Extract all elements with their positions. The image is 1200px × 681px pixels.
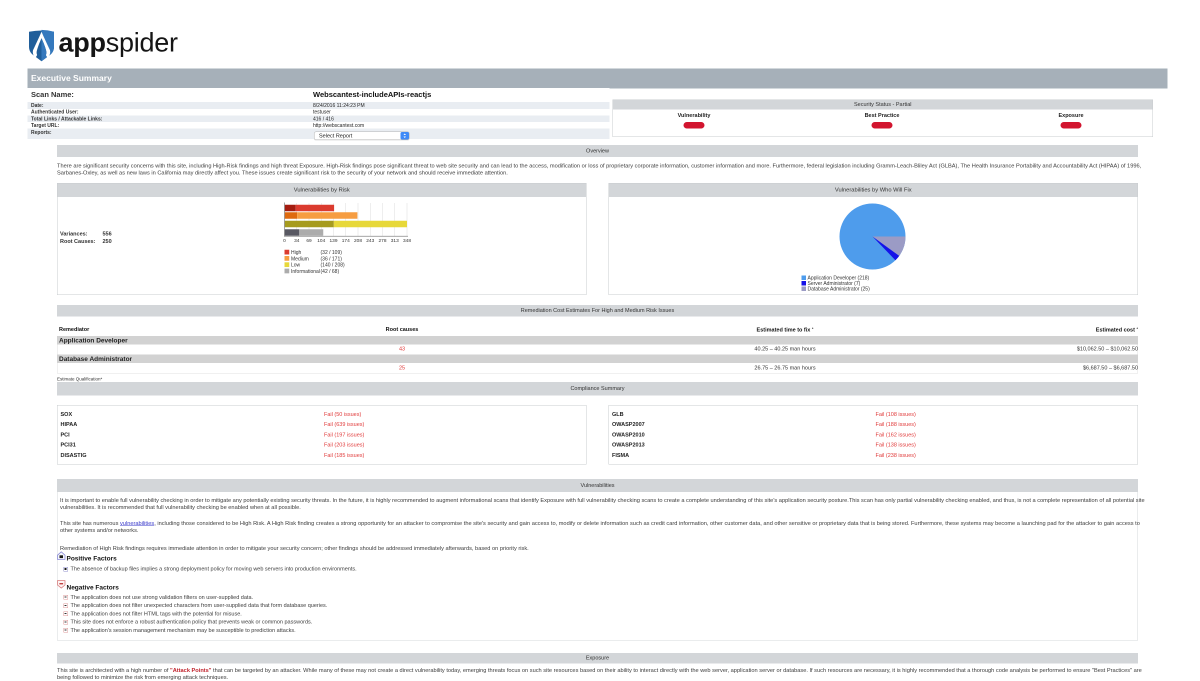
svg-text:(42 / 68): (42 / 68) [321, 269, 340, 275]
svg-text:High: High [291, 250, 302, 256]
svg-text:139: 139 [330, 238, 338, 244]
svg-text:34: 34 [294, 238, 300, 244]
svg-text:0: 0 [283, 238, 286, 244]
svg-text:Medium: Medium [291, 256, 309, 262]
svg-text:(32 / 109): (32 / 109) [321, 250, 343, 256]
svg-text:313: 313 [391, 238, 399, 244]
svg-text:174: 174 [342, 238, 350, 244]
svg-text:278: 278 [379, 238, 387, 244]
svg-text:348: 348 [403, 238, 411, 244]
svg-text:69: 69 [306, 238, 312, 244]
svg-text:(36 / 171): (36 / 171) [321, 256, 343, 262]
svg-text:208: 208 [354, 238, 362, 244]
svg-text:243: 243 [366, 238, 374, 244]
svg-text:Database Administrator (25): Database Administrator (25) [808, 287, 871, 293]
svg-text:Low: Low [291, 263, 301, 269]
svg-text:Informational: Informational [291, 269, 320, 275]
svg-text:104: 104 [317, 238, 325, 244]
svg-text:(140 / 208): (140 / 208) [321, 263, 346, 269]
